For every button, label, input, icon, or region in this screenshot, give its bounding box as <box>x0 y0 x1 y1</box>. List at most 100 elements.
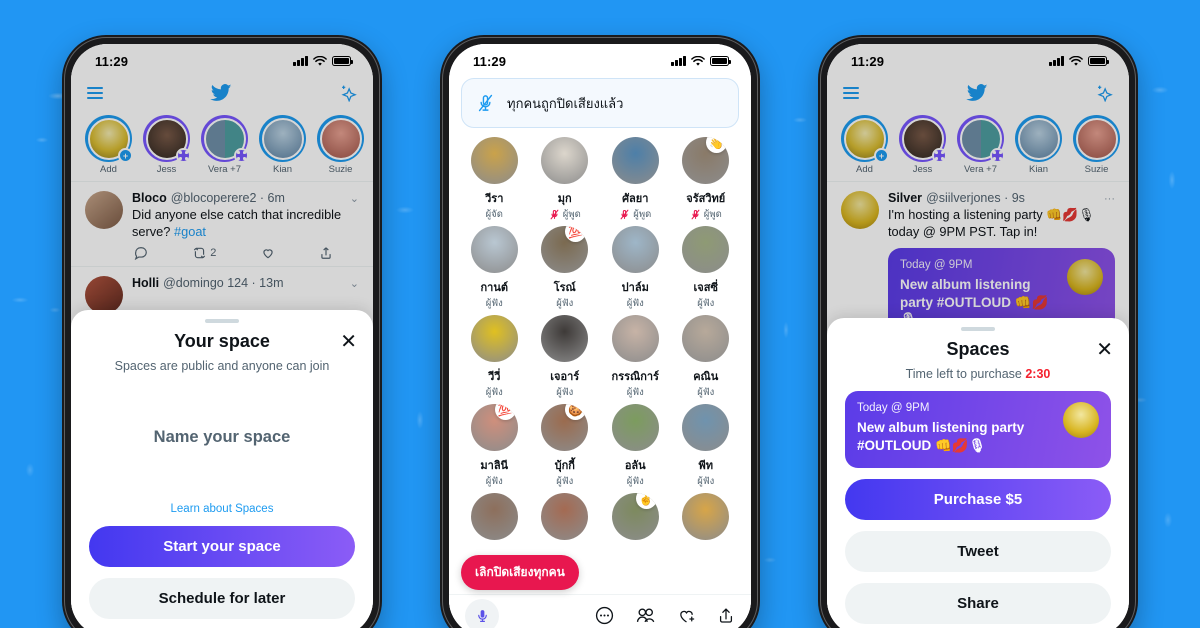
participant-item[interactable]: 💯 โรณ์ ผู้ฟัง <box>530 226 601 311</box>
space-room: 11:29 ทุกคนถูกปิดเสียงแล้ว วีรา ผู้จัด ม… <box>449 44 751 628</box>
reaction-emoji: 👋 <box>706 137 728 153</box>
participant-name: เจอาร์ <box>550 371 580 383</box>
close-icon[interactable]: ✕ <box>1096 340 1113 360</box>
space-card-time: Today @ 9PM <box>857 402 930 414</box>
participant-item[interactable]: เจสซี่ ผู้ฟัง <box>671 226 742 311</box>
participant-role: ผู้ฟัง <box>556 298 574 309</box>
mute-banner-text: ทุกคนถูกปิดเสียงแล้ว <box>507 95 624 111</box>
avatar[interactable] <box>611 226 659 273</box>
participant-item[interactable]: ศัลยา ผู้พูด <box>600 137 671 222</box>
avatar[interactable]: ✌️ <box>611 493 659 540</box>
avatar[interactable] <box>470 315 518 362</box>
status-bar: 11:29 <box>449 44 751 74</box>
avatar[interactable]: 💯 <box>470 404 518 451</box>
participant-name: วีรา <box>485 193 504 205</box>
countdown-value: 2:30 <box>1025 367 1051 381</box>
phone-3: 11:29 + Add Jess Vera +7 Kian Suzie Silv… <box>818 35 1138 628</box>
participant-name: กานต์ <box>480 282 509 294</box>
more-circle-icon[interactable] <box>595 606 614 625</box>
participant-name: กรรณิการ์ <box>611 371 659 383</box>
participant-item[interactable]: พีท ผู้ฟัง <box>671 404 742 489</box>
participant-name: เจสซี่ <box>693 282 718 294</box>
participant-item[interactable]: ปาล์ม ผู้ฟัง <box>600 226 671 311</box>
participant-role: ผู้ฟัง <box>485 298 503 309</box>
mute-banner: ทุกคนถูกปิดเสียงแล้ว <box>461 78 739 128</box>
avatar[interactable] <box>682 493 730 540</box>
avatar[interactable] <box>541 493 589 540</box>
space-name-input[interactable]: Name your space <box>89 428 355 447</box>
participant-item[interactable] <box>671 493 742 540</box>
avatar[interactable] <box>682 226 730 273</box>
participant-name: มาลินี <box>480 460 509 472</box>
participant-role: ผู้จัด <box>485 209 503 220</box>
avatar[interactable] <box>470 493 518 540</box>
avatar[interactable]: 💯 <box>541 226 589 273</box>
participant-item[interactable]: 💯 มาลินี ผู้ฟัง <box>459 404 530 489</box>
people-icon[interactable] <box>635 606 656 625</box>
avatar[interactable] <box>682 404 730 451</box>
participant-role: ผู้พูด <box>530 207 601 222</box>
tweet-button[interactable]: Tweet <box>845 531 1111 573</box>
participant-item[interactable] <box>459 493 530 540</box>
participant-name: มุก <box>557 193 572 205</box>
participant-role: ผู้ฟัง <box>626 298 644 309</box>
wifi-icon <box>691 55 705 66</box>
heart-plus-icon[interactable] <box>677 607 696 625</box>
learn-about-spaces-link[interactable]: Learn about Spaces <box>89 503 355 515</box>
avatar[interactable]: 👋 <box>682 137 730 184</box>
avatar[interactable] <box>682 315 730 362</box>
purchase-button[interactable]: Purchase $5 <box>845 479 1111 521</box>
share-icon[interactable] <box>717 606 735 625</box>
start-your-space-button[interactable]: Start your space <box>89 526 355 567</box>
schedule-for-later-button[interactable]: Schedule for later <box>89 578 355 619</box>
reaction-emoji: 💯 <box>565 226 587 242</box>
microphone-icon[interactable] <box>465 598 499 628</box>
avatar[interactable] <box>541 315 589 362</box>
space-card-title: New album listening party #OUTLOUD 👊💋🎙 <box>857 420 1025 453</box>
participant-item[interactable] <box>530 493 601 540</box>
mic-muted-icon <box>620 209 629 220</box>
participant-role: ผู้ฟัง <box>697 476 715 487</box>
participant-role: ผู้ฟัง <box>626 476 644 487</box>
participant-item[interactable]: มุก ผู้พูด <box>530 137 601 222</box>
participant-item[interactable]: คณิน ผู้ฟัง <box>671 315 742 400</box>
participant-item[interactable]: 🍪 บุ้กกี้ ผู้ฟัง <box>530 404 601 489</box>
avatar[interactable] <box>470 137 518 184</box>
participant-role: ผู้พูด <box>671 207 742 222</box>
sheet-title: Spaces <box>946 339 1010 359</box>
phone-2-screen: 11:29 ทุกคนถูกปิดเสียงแล้ว วีรา ผู้จัด ม… <box>449 44 751 628</box>
mic-muted-icon <box>478 94 493 112</box>
sheet-grabber[interactable] <box>961 327 995 331</box>
avatar[interactable]: 🍪 <box>541 404 589 451</box>
sheet-grabber[interactable] <box>205 319 239 323</box>
phone-1: 11:29 + Add Jess Vera +7 Kian Suzie Bloc… <box>62 35 382 628</box>
avatar[interactable] <box>611 137 659 184</box>
battery-full-icon <box>710 56 732 66</box>
share-button[interactable]: Share <box>845 583 1111 625</box>
participant-name: วีวี่ <box>488 371 501 383</box>
avatar[interactable] <box>611 315 659 362</box>
participant-item[interactable]: เจอาร์ ผู้ฟัง <box>530 315 601 400</box>
sheet-subtitle: Spaces are public and anyone can join <box>114 359 330 373</box>
avatar[interactable] <box>470 226 518 273</box>
participant-name: จรัสวิทย์ <box>686 193 726 205</box>
participant-name: บุ้กกี้ <box>554 460 575 472</box>
phone-2: 11:29 ทุกคนถูกปิดเสียงแล้ว วีรา ผู้จัด ม… <box>440 35 760 628</box>
unmute-everyone-button[interactable]: เลิกปิดเสียงทุกคน <box>461 555 579 590</box>
participant-item[interactable]: กานต์ ผู้ฟัง <box>459 226 530 311</box>
participant-item[interactable]: ✌️ <box>600 493 671 540</box>
participant-role: ผู้พูด <box>600 207 671 222</box>
participant-role: ผู้ฟัง <box>485 387 503 398</box>
space-card[interactable]: Today @ 9PM New album listening party #O… <box>845 391 1111 469</box>
participant-item[interactable]: อลัน ผู้ฟัง <box>600 404 671 489</box>
avatar[interactable] <box>541 137 589 184</box>
close-icon[interactable]: ✕ <box>340 332 357 352</box>
participant-item[interactable]: วีรา ผู้จัด <box>459 137 530 222</box>
spaces-purchase-sheet: Spaces ✕ Time left to purchase 2:30 Toda… <box>827 318 1129 628</box>
participant-item[interactable]: กรรณิการ์ ผู้ฟัง <box>600 315 671 400</box>
avatar[interactable] <box>611 404 659 451</box>
participant-item[interactable]: 👋 จรัสวิทย์ ผู้พูด <box>671 137 742 222</box>
participant-name: คณิน <box>693 371 719 383</box>
participant-item[interactable]: วีวี่ ผู้ฟัง <box>459 315 530 400</box>
avatar <box>1063 402 1099 438</box>
